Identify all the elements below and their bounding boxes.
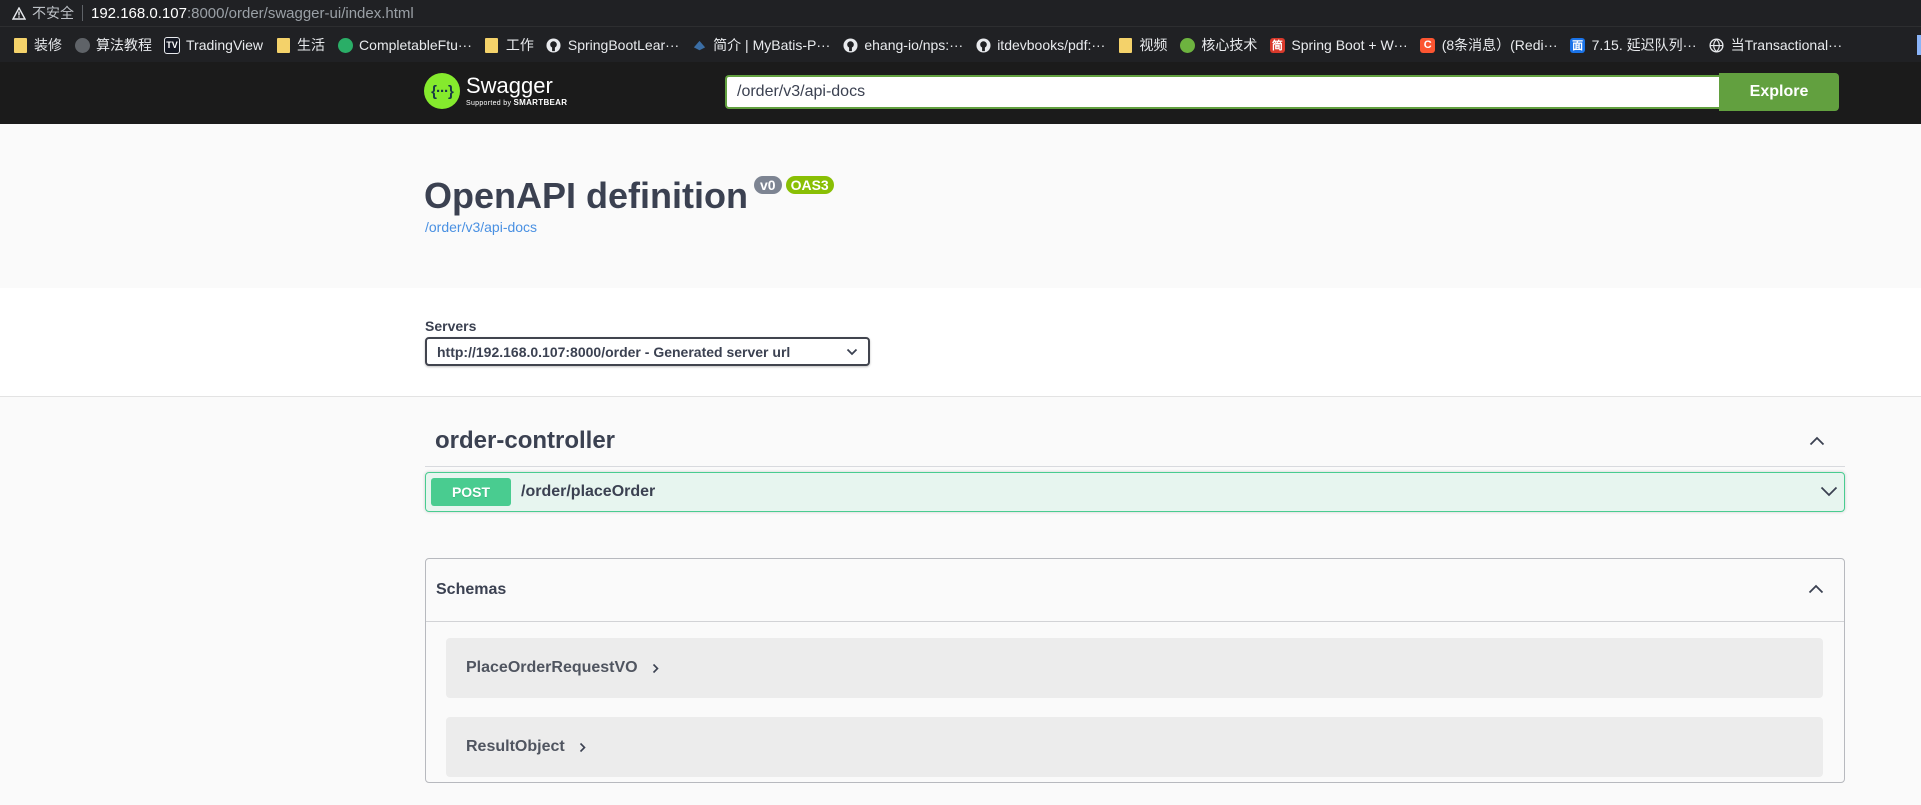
insecure-label: 不安全: [32, 5, 74, 21]
logo-sub-prefix: Supported by: [466, 100, 512, 107]
chevron-up-icon[interactable]: [1809, 433, 1825, 449]
bookmark-label: ehang-io/nps:···: [864, 37, 964, 53]
oas-badge: OAS3: [785, 176, 834, 194]
url-host[interactable]: 192.168.0.107: [91, 5, 187, 22]
logo-sub-brand: SMARTBEAR: [513, 98, 568, 107]
bookmark-label: 当Transactional···: [1730, 37, 1843, 53]
github-icon: [546, 37, 562, 53]
operation-path: /order/placeOrder: [521, 483, 656, 500]
bookmark-item[interactable]: 面 7.15. 延迟队列···: [1570, 35, 1697, 55]
bookmark-label: (8条消息）(Redi···: [1441, 37, 1558, 53]
folder-icon: [12, 37, 28, 53]
bookmarks-bar: 装修 算法教程 TV TradingView 生活 CompletableFtu·…: [0, 26, 1921, 63]
swagger-logo-text: Swagger Supported by SMARTBEAR: [466, 73, 567, 107]
github-icon: [975, 37, 991, 53]
schemas-title: Schemas: [436, 581, 507, 598]
schema-model[interactable]: ResultObject: [446, 717, 1823, 777]
info-section: OpenAPI definition v0 OAS3 /order/v3/api…: [0, 124, 1921, 288]
chevron-up-icon[interactable]: [1808, 581, 1824, 597]
wechat-icon: [337, 37, 353, 53]
bookmark-label: CompletableFtu···: [359, 37, 472, 53]
swagger-topbar: {···} Swagger Supported by SMARTBEAR Exp…: [0, 62, 1921, 124]
bookmark-item[interactable]: SpringBootLear···: [546, 37, 679, 53]
globe-icon: [1709, 37, 1725, 53]
spec-link[interactable]: /order/v3/api-docs: [425, 219, 537, 235]
servers-section: Servers http://192.168.0.107:8000/order …: [0, 288, 1921, 397]
title-row: OpenAPI definition v0 OAS3: [424, 174, 834, 218]
swagger-logo-icon: {···}: [424, 73, 460, 109]
bookmark-item[interactable]: 算法教程: [74, 35, 152, 55]
bookmark-label: SpringBootLear···: [567, 37, 680, 53]
address-divider: [82, 5, 83, 21]
bookmark-item[interactable]: 装修: [12, 35, 62, 55]
csdn-icon: C: [1420, 37, 1436, 53]
bookmark-label: 核心技术: [1201, 37, 1258, 53]
page-title: OpenAPI definition: [424, 175, 748, 216]
tradingview-icon: TV: [164, 36, 180, 54]
schema-model-name: PlaceOrderRequestVO: [466, 659, 638, 676]
bookmark-item[interactable]: itdevbooks/pdf:···: [975, 37, 1105, 53]
bookmark-item[interactable]: ehang-io/nps:···: [842, 37, 963, 53]
mybatis-icon: [691, 37, 707, 53]
chevron-down-icon: [846, 346, 858, 358]
bookmark-item[interactable]: 视频: [1117, 35, 1167, 55]
operation-post-place-order[interactable]: POST /order/placeOrder: [425, 472, 1845, 512]
bookmarks-overflow-indicator: [1917, 35, 1921, 55]
swagger-logo-subtitle: Supported by SMARTBEAR: [466, 98, 567, 107]
bookmark-item[interactable]: 核心技术: [1179, 35, 1257, 55]
bookmark-item[interactable]: 生活: [275, 35, 325, 55]
bookmark-label: 工作: [505, 37, 534, 53]
tag-name: order-controller: [435, 427, 616, 454]
folder-icon: [484, 37, 500, 53]
folder-icon: [275, 37, 291, 53]
method-badge: POST: [431, 478, 511, 506]
bookmark-label: 算法教程: [96, 37, 152, 53]
version-badge: v0: [753, 176, 782, 194]
explore-form: Explore: [725, 73, 1839, 111]
bookmark-item[interactable]: 简介 | MyBatis-P···: [691, 35, 830, 55]
spring-icon: [1179, 37, 1195, 53]
bookmark-item[interactable]: 工作: [484, 35, 534, 55]
bookmark-item[interactable]: C (8条消息）(Redi···: [1420, 35, 1558, 55]
folder-icon: [1117, 37, 1133, 53]
schemas-header[interactable]: Schemas: [426, 559, 1844, 622]
chevron-down-icon[interactable]: [1820, 484, 1838, 502]
servers-label: Servers: [425, 318, 477, 334]
swagger-logo[interactable]: {···} Swagger Supported by SMARTBEAR: [424, 73, 567, 109]
warning-icon[interactable]: [12, 6, 26, 20]
schema-model[interactable]: PlaceOrderRequestVO: [446, 638, 1823, 698]
schema-model-name: ResultObject: [466, 738, 565, 755]
doc-icon: 面: [1570, 37, 1586, 53]
globe-icon: [74, 37, 90, 53]
bookmark-label: itdevbooks/pdf:···: [997, 37, 1106, 53]
bookmark-label: 7.15. 延迟队列···: [1591, 37, 1697, 53]
url-path[interactable]: :8000/order/swagger-ui/index.html: [187, 5, 414, 22]
bookmark-item[interactable]: 简 Spring Boot + W···: [1269, 37, 1408, 53]
bookmark-label: 装修: [34, 37, 62, 53]
bookmark-label: 生活: [297, 37, 326, 53]
browser-address-bar[interactable]: 不安全 192.168.0.107 :8000/order/swagger-ui…: [0, 0, 1921, 26]
explore-button[interactable]: Explore: [1719, 73, 1839, 111]
juejin-icon: 简: [1269, 37, 1285, 53]
bookmark-label: 简介 | MyBatis-P···: [713, 37, 831, 53]
servers-select[interactable]: http://192.168.0.107:8000/order - Genera…: [425, 337, 870, 366]
spec-url-input[interactable]: [725, 75, 1719, 109]
bookmark-item[interactable]: CompletableFtu···: [337, 37, 472, 53]
bookmark-label: Spring Boot + W···: [1291, 37, 1408, 53]
swagger-logo-name: Swagger: [466, 73, 553, 98]
tag-header-order-controller[interactable]: order-controller: [425, 416, 1845, 467]
chevron-right-icon: [579, 741, 589, 753]
bookmark-item[interactable]: 当Transactional···: [1709, 35, 1843, 55]
bookmark-label: TradingView: [186, 37, 264, 53]
bookmark-label: 视频: [1139, 37, 1168, 53]
schemas-section: Schemas PlaceOrderRequestVO ResultObject: [425, 558, 1845, 783]
bookmark-item[interactable]: TV TradingView: [164, 36, 264, 54]
servers-selected-value: http://192.168.0.107:8000/order - Genera…: [437, 343, 791, 360]
github-icon: [842, 37, 858, 53]
chevron-right-icon: [652, 662, 662, 674]
